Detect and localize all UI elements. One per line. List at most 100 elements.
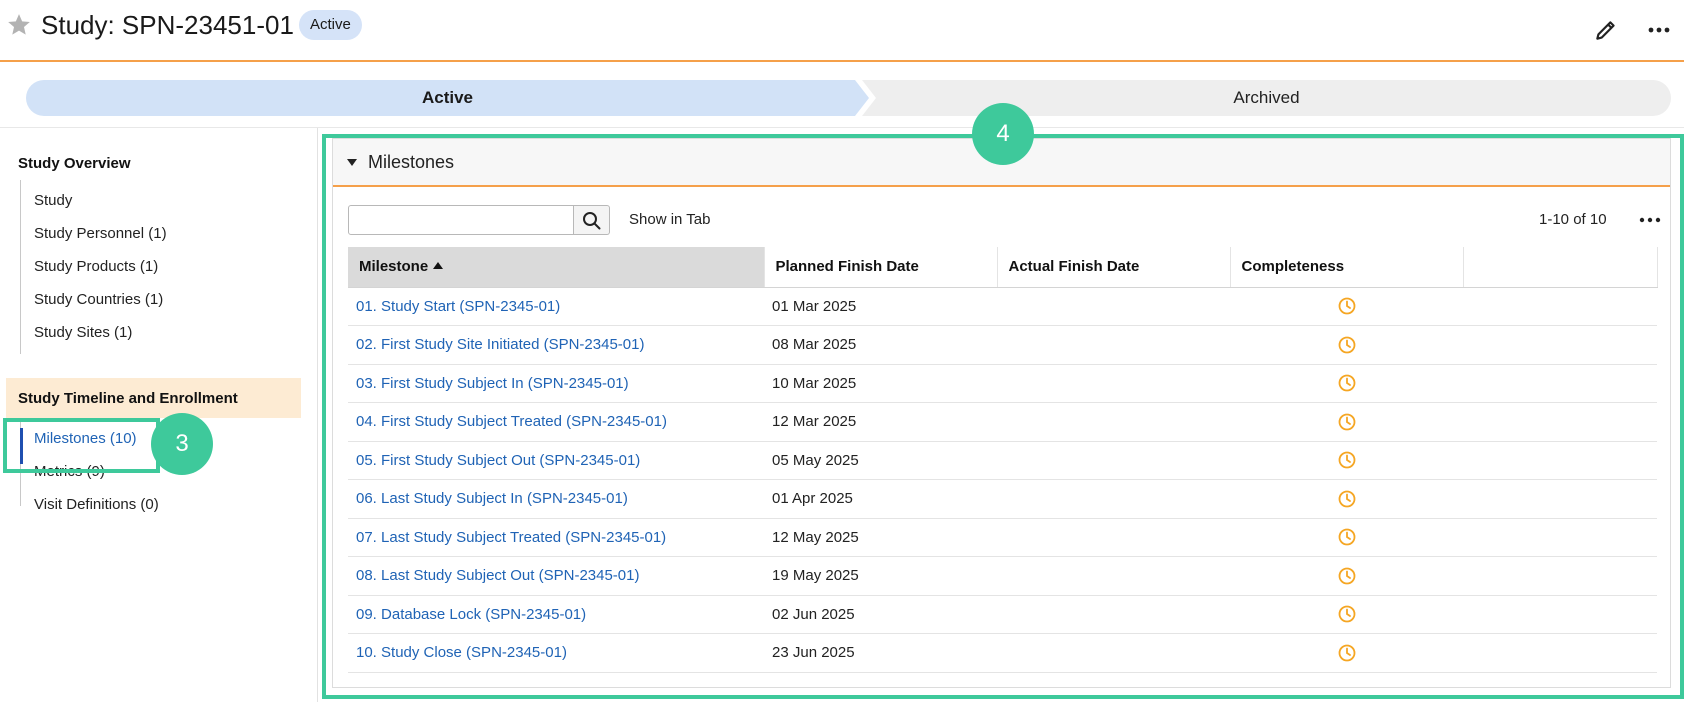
clock-icon: [1338, 374, 1355, 392]
record-header: Study: SPN-23451-01 Active: [0, 0, 1684, 62]
column-header-completeness[interactable]: Completeness: [1230, 247, 1464, 288]
status-badge: Active: [299, 10, 362, 40]
planned-finish-date: 02 Jun 2025: [764, 595, 997, 634]
lifecycle-stage-active[interactable]: Active: [26, 80, 869, 116]
annotation-badge-4: 4: [972, 103, 1034, 165]
actual-finish-date: [997, 364, 1230, 403]
clock-icon: [1338, 336, 1355, 354]
actual-finish-date: [997, 441, 1230, 480]
page-title: Study: SPN-23451-01: [41, 10, 294, 40]
table-row: 02. First Study Site Initiated (SPN-2345…: [348, 325, 1657, 365]
milestone-link[interactable]: 10. Study Close (SPN-2345-01): [348, 633, 764, 673]
planned-finish-date: 05 May 2025: [764, 441, 997, 480]
milestone-link[interactable]: 03. First Study Subject In (SPN-2345-01): [348, 364, 764, 403]
completeness-cell: [1230, 479, 1463, 519]
milestones-table: Milestone Planned Finish Date Actual Fin…: [348, 247, 1658, 673]
actual-finish-date: [997, 518, 1230, 557]
milestone-link[interactable]: 07. Last Study Subject Treated (SPN-2345…: [348, 518, 764, 557]
milestones-panel: Milestones Show in Tab 1-10 of 10 Milest…: [332, 138, 1671, 688]
completeness-cell: [1230, 441, 1463, 480]
sidebar-section-timeline: Study Timeline and Enrollment: [18, 390, 238, 407]
clock-icon: [1338, 451, 1355, 469]
empty-cell: [1463, 364, 1657, 403]
table-header-row: Milestone Planned Finish Date Actual Fin…: [348, 247, 1658, 288]
clock-icon: [1338, 490, 1355, 508]
empty-cell: [1463, 556, 1657, 596]
annotation-highlight-box-3: [3, 418, 160, 473]
planned-finish-date: 08 Mar 2025: [764, 325, 997, 365]
completeness-cell: [1230, 364, 1463, 403]
sidebar-item-study-personnel[interactable]: Study Personnel (1): [34, 225, 167, 242]
completeness-cell: [1230, 633, 1463, 673]
lifecycle-path: Active Archived: [26, 80, 1671, 116]
empty-cell: [1463, 287, 1657, 326]
more-actions-icon[interactable]: [1645, 18, 1673, 42]
pagination-count: 1-10 of 10: [1539, 211, 1607, 228]
table-row: 05. First Study Subject Out (SPN-2345-01…: [348, 441, 1657, 480]
favorite-star-icon[interactable]: [6, 12, 32, 38]
planned-finish-date: 10 Mar 2025: [764, 364, 997, 403]
clock-icon: [1338, 528, 1355, 546]
actual-finish-date: [997, 402, 1230, 442]
grid-more-actions-icon[interactable]: [1638, 211, 1662, 229]
actual-finish-date: [997, 287, 1230, 326]
sidebar-item-visit-definitions[interactable]: Visit Definitions (0): [34, 496, 159, 513]
milestone-link[interactable]: 05. First Study Subject Out (SPN-2345-01…: [348, 441, 764, 480]
table-row: 09. Database Lock (SPN-2345-01) 02 Jun 20…: [348, 595, 1657, 634]
planned-finish-date: 19 May 2025: [764, 556, 997, 596]
milestone-link[interactable]: 06. Last Study Subject In (SPN-2345-01): [348, 479, 764, 519]
sort-ascending-icon: [433, 262, 444, 270]
empty-cell: [1463, 402, 1657, 442]
planned-finish-date: 12 May 2025: [764, 518, 997, 557]
table-row: 01. Study Start (SPN-2345-01) 01 Mar 2025: [348, 287, 1657, 326]
table-row: 04. First Study Subject Treated (SPN-234…: [348, 402, 1657, 442]
clock-icon: [1338, 297, 1355, 315]
milestone-link[interactable]: 02. First Study Site Initiated (SPN-2345…: [348, 325, 764, 365]
table-row: 03. First Study Subject In (SPN-2345-01)…: [348, 364, 1657, 403]
milestone-link[interactable]: 09. Database Lock (SPN-2345-01): [348, 595, 764, 634]
column-header-empty: [1463, 247, 1658, 288]
actual-finish-date: [997, 325, 1230, 365]
edit-pencil-icon[interactable]: [1593, 17, 1619, 43]
sidebar-item-study-sites[interactable]: Study Sites (1): [34, 324, 132, 341]
milestone-link[interactable]: 08. Last Study Subject Out (SPN-2345-01): [348, 556, 764, 596]
column-header-milestone[interactable]: Milestone: [348, 247, 765, 288]
column-header-actual-finish-date[interactable]: Actual Finish Date: [997, 247, 1231, 288]
completeness-cell: [1230, 518, 1463, 557]
search-icon: [583, 212, 601, 230]
actual-finish-date: [997, 556, 1230, 596]
clock-icon: [1338, 605, 1355, 623]
column-header-planned-finish-date[interactable]: Planned Finish Date: [764, 247, 998, 288]
table-row: 06. Last Study Subject In (SPN-2345-01) 0…: [348, 479, 1657, 519]
sidebar-item-study[interactable]: Study: [34, 192, 72, 209]
empty-cell: [1463, 633, 1657, 673]
collapse-caret-icon[interactable]: [347, 159, 357, 166]
clock-icon: [1338, 567, 1355, 585]
empty-cell: [1463, 595, 1657, 634]
actual-finish-date: [997, 633, 1230, 673]
planned-finish-date: 23 Jun 2025: [764, 633, 997, 673]
search-button[interactable]: [574, 205, 610, 235]
column-header-label: Milestone: [359, 258, 429, 276]
empty-cell: [1463, 479, 1657, 519]
clock-icon: [1338, 413, 1355, 431]
completeness-cell: [1230, 325, 1463, 365]
completeness-cell: [1230, 402, 1463, 442]
sidebar-item-study-countries[interactable]: Study Countries (1): [34, 291, 163, 308]
table-row: 08. Last Study Subject Out (SPN-2345-01)…: [348, 556, 1657, 596]
completeness-cell: [1230, 595, 1463, 634]
milestone-link[interactable]: 04. First Study Subject Treated (SPN-234…: [348, 402, 764, 442]
sidebar-section-study-overview: Study Overview: [18, 155, 131, 172]
milestone-link[interactable]: 01. Study Start (SPN-2345-01): [348, 287, 764, 326]
sidebar-nav: Study Overview Study Study Personnel (1)…: [0, 128, 318, 702]
table-row: 07. Last Study Subject Treated (SPN-2345…: [348, 518, 1657, 557]
completeness-cell: [1230, 556, 1463, 596]
sidebar-item-study-products[interactable]: Study Products (1): [34, 258, 158, 275]
empty-cell: [1463, 518, 1657, 557]
search-input[interactable]: [348, 205, 574, 235]
actual-finish-date: [997, 595, 1230, 634]
completeness-cell: [1230, 287, 1463, 326]
actual-finish-date: [997, 479, 1230, 519]
show-in-tab-link[interactable]: Show in Tab: [629, 211, 710, 228]
table-row: 10. Study Close (SPN-2345-01) 23 Jun 2025: [348, 633, 1657, 673]
